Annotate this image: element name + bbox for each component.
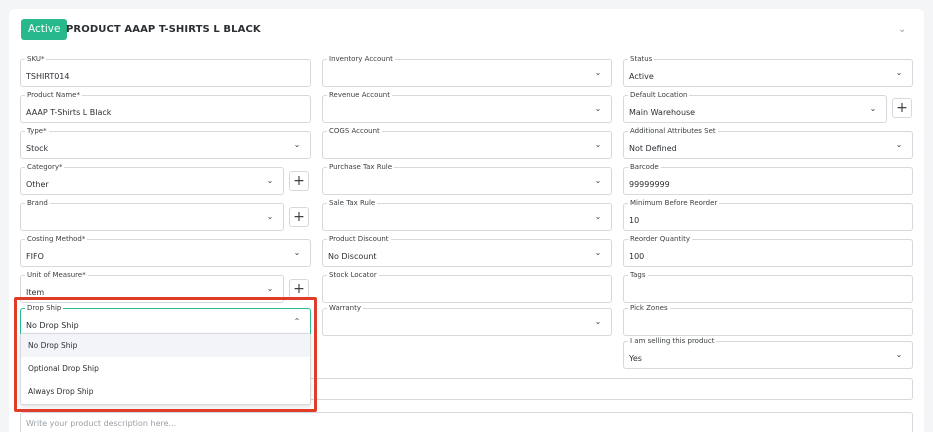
purchase-tax-rule-label: Purchase Tax Rule [327,162,395,172]
default-location-label: Default Location [628,90,690,100]
chevron-down-icon: ⌄ [594,317,602,326]
add-unit-button[interactable]: + [289,279,309,299]
additional-attributes-set-select[interactable]: Additional Attributes Set Not Defined ⌄ [623,126,913,159]
add-location-button[interactable]: + [892,98,912,118]
reorder-quantity-label: Reorder Quantity [628,234,692,244]
chevron-down-icon: ⌄ [293,248,301,257]
chevron-down-icon: ⌄ [594,104,602,113]
selling-label: I am selling this product [628,336,717,346]
add-brand-button[interactable]: + [289,207,309,227]
status-value: Active [629,72,654,81]
chevron-down-icon: ⌄ [895,140,903,149]
chevron-down-icon: ⌄ [266,212,274,221]
default-location-select[interactable]: Default Location Main Warehouse ⌄ [623,90,887,123]
product-name-label: Product Name* [25,90,82,100]
warranty-label: Warranty [327,303,364,313]
product-discount-select[interactable]: Product Discount No Discount ⌄ [322,234,612,267]
chevron-down-icon: ⌄ [895,350,903,359]
reorder-quantity-field[interactable]: Reorder Quantity 100 [623,234,913,267]
chevron-down-icon: ⌄ [895,68,903,77]
revenue-account-select[interactable]: Revenue Account ⌄ [322,90,612,123]
purchase-tax-rule-select[interactable]: Purchase Tax Rule ⌄ [322,162,612,195]
revenue-account-label: Revenue Account [327,90,392,100]
description-placeholder: Write your product description here... [26,419,177,428]
default-location-value: Main Warehouse [629,108,696,117]
sku-value: TSHIRT014 [26,72,70,81]
chevron-down-icon: ⌄ [594,212,602,221]
chevron-down-icon: ⌄ [869,104,877,113]
sku-field[interactable]: SKU* TSHIRT014 [20,54,311,87]
selling-value: Yes [629,354,642,363]
sale-tax-rule-label: Sale Tax Rule [327,198,378,208]
sku-label: SKU* [25,54,47,64]
additional-attributes-set-value: Not Defined [629,144,677,153]
unit-of-measure-label: Unit of Measure* [25,270,88,280]
reorder-quantity-value: 100 [629,252,645,261]
chevron-down-icon: ⌄ [266,176,274,185]
product-discount-value: No Discount [328,252,377,261]
costing-method-select[interactable]: Costing Method* FIFO ⌄ [20,234,311,267]
cogs-account-label: COGS Account [327,126,382,136]
pick-zones-field[interactable]: Pick Zones [623,303,913,336]
chevron-down-icon: ⌄ [594,248,602,257]
chevron-down-icon: ⌄ [266,284,274,293]
stock-locator-label: Stock Locator [327,270,379,280]
tags-field[interactable]: Tags [623,270,913,303]
pick-zones-label: Pick Zones [628,303,670,313]
barcode-field[interactable]: Barcode 99999999 [623,162,913,195]
status-badge: Active [21,19,68,40]
minimum-before-reorder-label: Minimum Before Reorder [628,198,720,208]
product-name-field[interactable]: Product Name* AAAP T-Shirts L Black [20,90,311,123]
type-select[interactable]: Type* Stock ⌄ [20,126,311,159]
minimum-before-reorder-field[interactable]: Minimum Before Reorder 10 [623,198,913,231]
brand-select[interactable]: Brand ⌄ [20,198,284,231]
chevron-down-icon: ⌄ [293,140,301,149]
category-label: Category* [25,162,65,172]
collapse-chevron-icon[interactable]: ⌄ [898,24,910,36]
category-select[interactable]: Category* Other ⌄ [20,162,284,195]
type-label: Type* [25,126,49,136]
inventory-account-select[interactable]: Inventory Account ⌄ [322,54,612,87]
chevron-down-icon: ⌄ [594,176,602,185]
type-value: Stock [26,144,49,153]
annotation-highlight-box [14,297,317,412]
category-value: Other [26,180,49,189]
barcode-label: Barcode [628,162,661,172]
status-select[interactable]: Status Active ⌄ [623,54,913,87]
cogs-account-select[interactable]: COGS Account ⌄ [322,126,612,159]
inventory-account-label: Inventory Account [327,54,395,64]
brand-label: Brand [25,198,50,208]
add-category-button[interactable]: + [289,171,309,191]
sale-tax-rule-select[interactable]: Sale Tax Rule ⌄ [322,198,612,231]
status-label: Status [628,54,655,64]
barcode-value: 99999999 [629,180,670,189]
selling-select[interactable]: I am selling this product Yes ⌄ [623,336,913,369]
description-field[interactable]: Write your product description here... [20,412,913,432]
costing-method-value: FIFO [26,252,44,261]
product-discount-label: Product Discount [327,234,391,244]
page-title: PRODUCT AAAP T-SHIRTS L BLACK [66,24,261,35]
chevron-down-icon: ⌄ [594,140,602,149]
costing-method-label: Costing Method* [25,234,88,244]
warranty-select[interactable]: Warranty ⌄ [322,303,612,336]
chevron-down-icon: ⌄ [594,68,602,77]
product-name-value: AAAP T-Shirts L Black [26,108,112,117]
minimum-before-reorder-value: 10 [629,216,640,225]
tags-label: Tags [628,270,648,280]
additional-attributes-set-label: Additional Attributes Set [628,126,718,136]
stock-locator-field[interactable]: Stock Locator [322,270,612,303]
